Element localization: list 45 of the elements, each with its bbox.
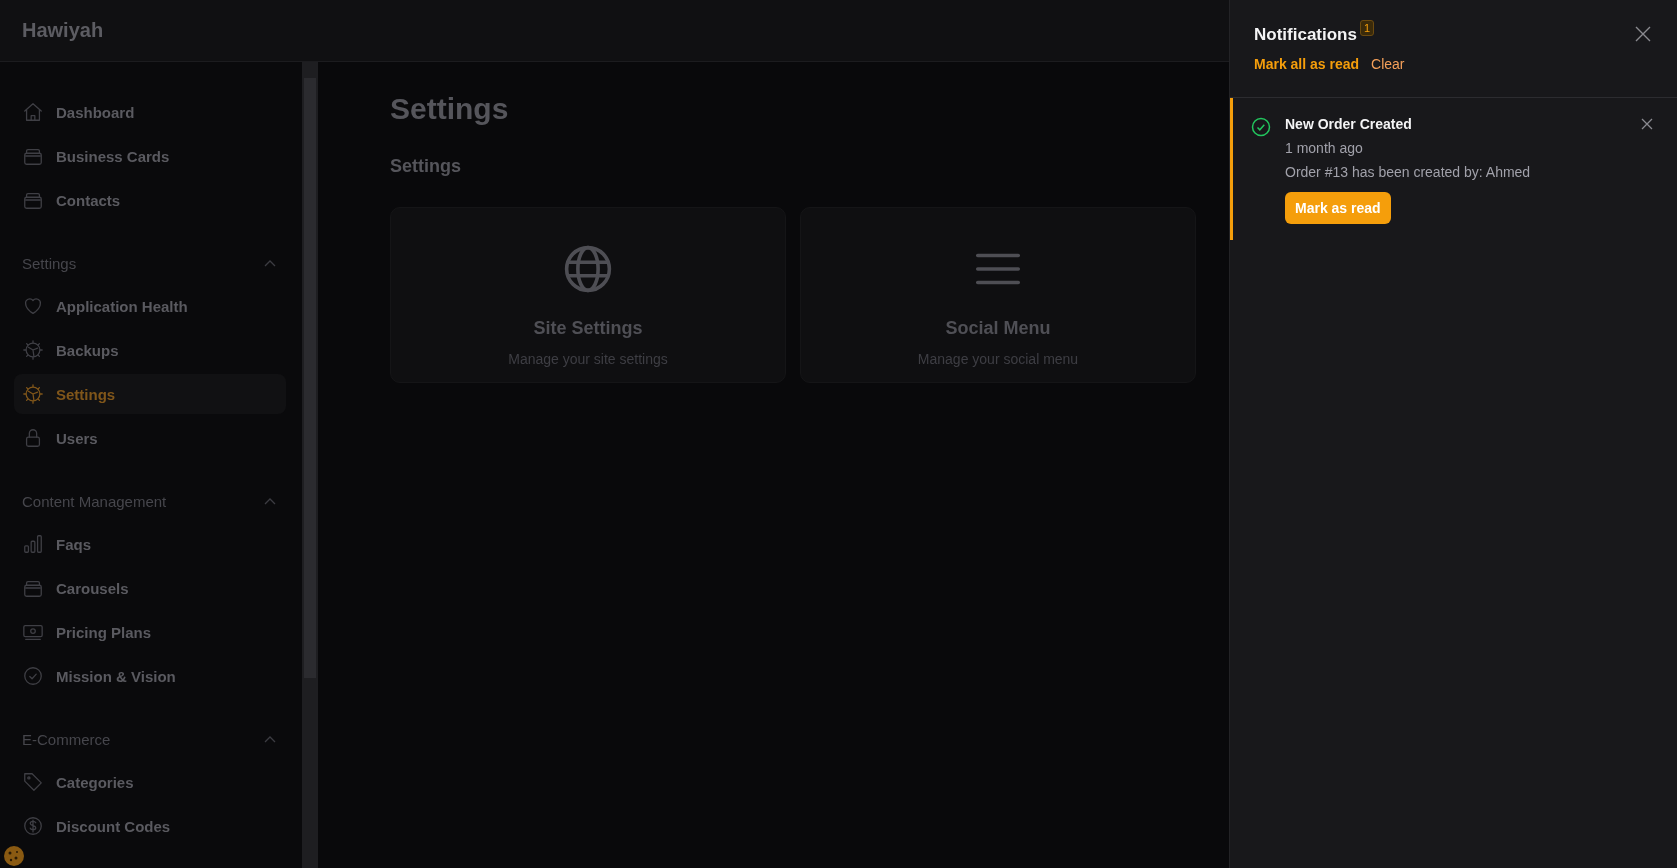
chevron-up-icon[interactable]: [264, 259, 276, 267]
sidebar-item[interactable]: Contacts: [14, 180, 286, 220]
chevron-up-icon[interactable]: [264, 497, 276, 505]
card-title: Social Menu: [945, 318, 1051, 339]
notification-time: 1 month ago: [1285, 140, 1363, 156]
dollar-icon: [22, 815, 44, 837]
sidebar-item[interactable]: Faqs: [14, 524, 286, 564]
tag-icon: [22, 771, 44, 793]
sidebar-item[interactable]: Discount Codes: [14, 806, 286, 846]
home-icon: [22, 101, 44, 123]
sidebar-item[interactable]: Mission & Vision: [14, 656, 286, 696]
panel-action-link[interactable]: Mark all as read: [1254, 56, 1360, 72]
notification-message: Order #13 has been created by: Ahmed: [1285, 164, 1531, 180]
cookie-icon[interactable]: [2, 844, 26, 868]
bar-chart-icon: [22, 533, 44, 555]
gear-icon: [22, 339, 44, 361]
gear-icon: [22, 383, 44, 405]
sidebar-item[interactable]: Carousels: [14, 568, 286, 608]
brand-name[interactable]: Hawiyah: [22, 19, 104, 42]
group-heading: Settings: [22, 254, 77, 272]
sidebar-item[interactable]: Application Health: [14, 286, 286, 326]
check-circle-icon: [1251, 117, 1271, 137]
page-title: Settings: [390, 92, 509, 126]
sidebar-item[interactable]: Users: [14, 418, 286, 458]
notification-title: New Order Created: [1285, 116, 1412, 132]
section-heading: Settings: [390, 156, 461, 177]
heart-icon: [22, 295, 44, 317]
count-badge: 1: [1359, 20, 1375, 36]
check-circle-icon: [22, 665, 44, 687]
group-heading: Content Management: [22, 492, 167, 510]
sidebar-item[interactable]: Settings: [14, 374, 286, 414]
sidebar-item[interactable]: Dashboard: [14, 92, 286, 132]
close-icon[interactable]: [1635, 26, 1651, 42]
sidebar-item[interactable]: Categories: [14, 762, 286, 802]
panel-action-link[interactable]: Clear: [1371, 56, 1405, 72]
sidebar-item[interactable]: Pricing Plans: [14, 612, 286, 652]
card-title: Site Settings: [533, 318, 643, 339]
sidebar-item[interactable]: Backups: [14, 330, 286, 370]
panel-title: Notifications: [1254, 25, 1357, 45]
scrollbar[interactable]: [302, 62, 318, 868]
mark-as-read-button[interactable]: Mark as read: [1285, 192, 1391, 224]
chevron-up-icon[interactable]: [264, 735, 276, 743]
sidebar-item[interactable]: Business Cards: [14, 136, 286, 176]
group-heading: E-Commerce: [22, 730, 111, 748]
close-icon[interactable]: [1641, 118, 1653, 130]
